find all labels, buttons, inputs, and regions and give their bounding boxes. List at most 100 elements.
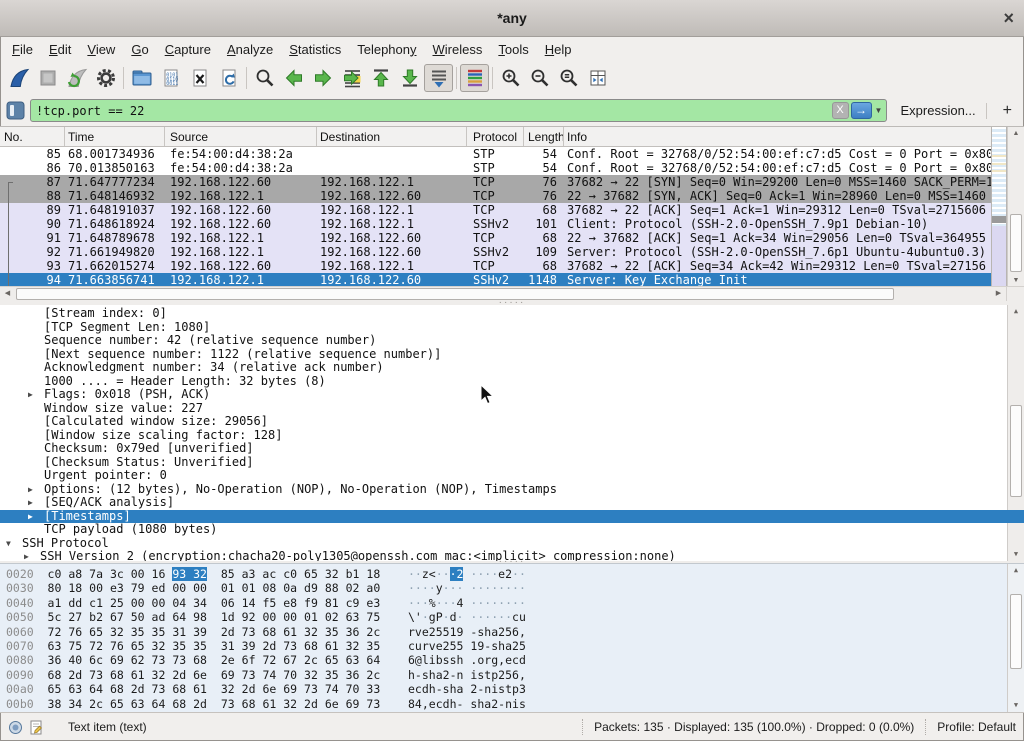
packet-row-90[interactable]: 9071.648618924192.168.122.60192.168.122.… [0,217,991,231]
start-capture-button[interactable] [4,64,33,92]
bytes-vscrollbar[interactable]: ▲ ▼ [1007,564,1024,712]
detail-line[interactable]: 1000 .... = Header Length: 32 bytes (8) [0,375,1024,389]
resize-columns-button[interactable] [583,64,612,92]
hex-row-0030[interactable]: 0030 80 18 00 e3 79 ed 00 00 01 01 08 0a… [6,581,1024,595]
zoom-out-button[interactable] [525,64,554,92]
bytes-vscroll-thumb[interactable] [1010,594,1022,669]
detail-line[interactable]: ▼SSH Protocol [0,537,1024,551]
menu-item-capture[interactable]: Capture [157,39,219,60]
collapse-icon[interactable]: ▼ [6,537,11,551]
detail-line[interactable]: Urgent pointer: 0 [0,469,1024,483]
go-to-top-button[interactable] [366,64,395,92]
filter-bookmark-icon[interactable] [6,100,26,122]
go-to-packet-button[interactable] [337,64,366,92]
packet-row-86[interactable]: 8670.013850163fe:54:00:d4:38:2aSTP54Conf… [0,161,991,175]
detail-line[interactable]: [Stream index: 0] [0,307,1024,321]
expression-button[interactable]: Expression... [901,103,976,118]
scroll-right-arrow-icon[interactable]: ▶ [991,287,1006,301]
menu-item-help[interactable]: Help [537,39,580,60]
close-window-button[interactable]: × [1003,9,1014,27]
restart-capture-button[interactable] [62,64,91,92]
packet-bytes-pane[interactable]: ▲ ▼ 0020 c0 a8 7a 3c 00 16 93 32 85 a3 a… [0,563,1024,712]
expand-icon[interactable]: ▶ [28,388,33,402]
menu-item-analyze[interactable]: Analyze [219,39,281,60]
column-header-length[interactable]: Length [524,127,564,146]
hex-row-0070[interactable]: 0070 63 75 72 76 65 32 35 35 31 39 2d 73… [6,639,1024,653]
detail-line[interactable]: [Calculated window size: 29056] [0,415,1024,429]
zoom-original-button[interactable] [554,64,583,92]
hex-row-00a0[interactable]: 00a0 65 63 64 68 2d 73 68 61 32 2d 6e 69… [6,682,1024,696]
scroll-down-arrow-icon[interactable]: ▼ [1008,699,1024,712]
menu-item-file[interactable]: File [4,39,41,60]
scroll-up-arrow-icon[interactable]: ▲ [1008,127,1024,140]
expand-icon[interactable]: ▶ [28,510,33,524]
open-capture-file-button[interactable] [127,64,156,92]
auto-scroll-button[interactable] [424,64,453,92]
column-header-time[interactable]: Time [65,127,165,146]
packet-row-93[interactable]: 9371.662015274192.168.122.60192.168.122.… [0,259,991,273]
packet-list-minimap[interactable] [991,127,1007,287]
column-header-no[interactable]: No. [0,127,65,146]
hex-row-0020[interactable]: 0020 c0 a8 7a 3c 00 16 93 32 85 a3 ac c0… [6,567,1024,581]
status-profile[interactable]: Profile: Default [937,720,1016,734]
detail-line[interactable]: [Checksum Status: Unverified] [0,456,1024,470]
hscroll-thumb[interactable] [16,288,894,300]
hex-row-0050[interactable]: 0050 5c 27 b2 67 50 ad 64 98 1d 92 00 00… [6,610,1024,624]
hex-row-0040[interactable]: 0040 a1 dd c1 25 00 00 04 34 06 14 f5 e8… [6,596,1024,610]
detail-line[interactable]: Sequence number: 42 (relative sequence n… [0,334,1024,348]
detail-line[interactable]: ▶Flags: 0x018 (PSH, ACK) [0,388,1024,402]
hex-row-0090[interactable]: 0090 68 2d 73 68 61 32 2d 6e 69 73 74 70… [6,668,1024,682]
detail-line[interactable]: ▶[Timestamps] [0,510,1024,524]
filter-dropdown-arrow[interactable]: ▼ [872,106,886,115]
apply-filter-button[interactable]: → [851,102,872,119]
go-to-bottom-button[interactable] [395,64,424,92]
expand-icon[interactable]: ▶ [28,483,33,497]
packet-row-94[interactable]: 9471.663856741192.168.122.1192.168.122.6… [0,273,991,287]
close-capture-file-button[interactable] [185,64,214,92]
detail-line[interactable]: TCP payload (1080 bytes) [0,523,1024,537]
packet-row-87[interactable]: 8771.647777234192.168.122.60192.168.122.… [0,175,991,189]
detail-line[interactable]: [TCP Segment Len: 1080] [0,321,1024,335]
detail-line[interactable]: Acknowledgment number: 34 (relative ack … [0,361,1024,375]
stop-capture-button[interactable] [33,64,62,92]
menu-item-go[interactable]: Go [123,39,156,60]
menu-item-tools[interactable]: Tools [490,39,536,60]
detail-line[interactable]: ▶Options: (12 bytes), No-Operation (NOP)… [0,483,1024,497]
packet-row-91[interactable]: 9171.648789678192.168.122.1192.168.122.6… [0,231,991,245]
hex-row-0080[interactable]: 0080 36 40 6c 69 62 73 73 68 2e 6f 72 67… [6,653,1024,667]
menu-item-wireless[interactable]: Wireless [425,39,491,60]
column-header-protocol[interactable]: Protocol [467,127,524,146]
find-packet-button[interactable] [250,64,279,92]
go-back-button[interactable] [279,64,308,92]
packet-row-89[interactable]: 8971.648191037192.168.122.60192.168.122.… [0,203,991,217]
clear-filter-button[interactable]: X [832,102,849,119]
capture-comment-button[interactable] [30,720,43,735]
column-header-source[interactable]: Source [165,127,317,146]
colorize-packets-button[interactable] [460,64,489,92]
packet-row-88[interactable]: 8871.648146932192.168.122.1192.168.122.6… [0,189,991,203]
detail-line[interactable]: [Window size scaling factor: 128] [0,429,1024,443]
reload-capture-file-button[interactable] [214,64,243,92]
detail-line[interactable]: Window size value: 227 [0,402,1024,416]
menu-item-edit[interactable]: Edit [41,39,79,60]
hex-row-00b0[interactable]: 00b0 38 34 2c 65 63 64 68 2d 73 68 61 32… [6,697,1024,711]
go-forward-button[interactable] [308,64,337,92]
display-filter-input[interactable] [36,104,832,118]
packet-row-92[interactable]: 9271.661949820192.168.122.1192.168.122.6… [0,245,991,259]
menu-item-telephony[interactable]: Telephony [349,39,424,60]
save-capture-file-button[interactable]: 010101100011 [156,64,185,92]
add-filter-button[interactable]: + [997,102,1018,120]
menu-item-statistics[interactable]: Statistics [281,39,349,60]
expand-icon[interactable]: ▶ [28,496,33,510]
menu-item-view[interactable]: View [79,39,123,60]
column-header-destination[interactable]: Destination [317,127,467,146]
zoom-in-button[interactable] [496,64,525,92]
scroll-up-arrow-icon[interactable]: ▲ [1008,564,1024,577]
packet-row-85[interactable]: 8568.001734936fe:54:00:d4:38:2aSTP54Conf… [0,147,991,161]
packet-list-vscroll-thumb[interactable] [1010,214,1022,272]
capture-options-button[interactable] [91,64,120,92]
packet-list-vscrollbar[interactable]: ▲ ▼ [1007,127,1024,287]
column-header-info[interactable]: Info [564,127,991,146]
hex-row-0060[interactable]: 0060 72 76 65 32 35 35 31 39 2d 73 68 61… [6,625,1024,639]
detail-line[interactable]: ▶[SEQ/ACK analysis] [0,496,1024,510]
